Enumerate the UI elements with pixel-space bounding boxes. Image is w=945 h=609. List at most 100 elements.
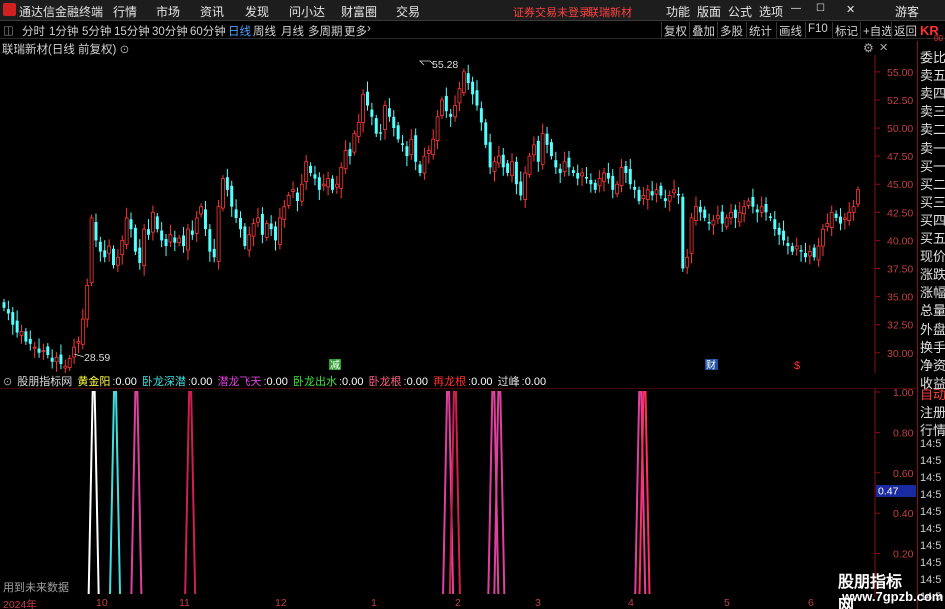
candle [160,222,164,248]
candle [80,308,85,350]
indicator-legend-value: 0.00 [266,376,288,388]
candle [339,162,344,199]
period-5min[interactable]: 5分钟 [82,23,111,39]
menu-item-zixun[interactable]: 资讯 [200,3,224,20]
candle [851,199,856,221]
candle [510,153,514,183]
indicator-legend-label: 再龙根 [433,376,467,388]
panel-row-label: 外盘 [920,321,945,337]
period-multi[interactable]: 多周期 [308,23,343,39]
menu-item-gongshi[interactable]: 公式 [728,3,752,20]
toolbar-back-button[interactable]: 返回 [891,22,919,38]
indicator-legend-value: 0.00 [406,376,429,388]
candle [799,245,803,262]
toolbar-grip-icon: ◫ [3,25,14,37]
candle [764,197,768,221]
panel-row-label: 卖四 [920,86,945,102]
close-icon[interactable]: ✕ [846,3,855,16]
candle [457,81,462,112]
candle [111,245,115,269]
toolbar-biaoji-button[interactable]: 标记 [832,22,860,38]
future-data-note: 用到未来数据 [3,580,69,594]
toolbar-zixuan-button[interactable]: +自选 [860,22,895,38]
login-notice[interactable]: 证券交易未登录 [513,4,590,20]
candle [676,187,680,204]
candle [847,202,852,226]
menu-item-caifuquan[interactable]: 财富圈 [341,3,377,20]
menu-item-jiaoyi[interactable]: 交易 [396,3,420,20]
candle [466,64,470,90]
candle [190,220,194,240]
candle [155,212,159,233]
toolbar-fuquan-button[interactable]: 复权 [661,22,689,38]
indicator-chart[interactable]: 1.00 0.80 0.60 0.40 0.20 0.47 用到未来数据 [0,388,917,597]
candle [825,213,830,232]
candle [589,173,593,193]
period-weekly[interactable]: 周线 [253,23,276,39]
chart-settings-icon[interactable]: ⚙ [863,41,874,55]
period-1min[interactable]: 1分钟 [49,23,78,39]
menu-item-xuanxiang[interactable]: 选项 [759,3,783,20]
candle [115,248,120,272]
toolbar-f10-button[interactable]: F10 [805,22,830,38]
candle [633,180,637,199]
period-more[interactable]: 更多 [344,23,367,39]
menu-item-banmian[interactable]: 版面 [697,3,721,20]
menu-item-hangqing[interactable]: 行情 [113,3,137,20]
candle [703,206,707,222]
indicator-settings-icon[interactable]: ⊙ [3,376,12,388]
candle [356,113,361,144]
candle [641,187,646,206]
toolbar-diejia-button[interactable]: 叠加 [689,22,717,38]
indicator-legend-label: 卧龙深潜 [141,376,186,388]
guest-label[interactable]: 游客 [895,3,919,20]
toolbar-duogu-button[interactable]: 多股 [717,22,745,38]
menu-item-faxian[interactable]: 发现 [245,3,269,20]
candle [321,174,326,191]
candle [856,186,860,208]
panel-row-label: 净资 [920,357,945,373]
candle [41,343,46,360]
candle [759,196,764,218]
indicator-legend-label: 过峰 [497,376,520,388]
menu-item-shichang[interactable]: 市场 [156,3,180,20]
panel-lower-label[interactable]: 注册 [920,402,945,421]
maximize-icon[interactable]: ☐ [816,3,825,14]
candle [120,235,125,265]
candle [151,205,155,241]
x-label-feb: 2 [455,597,461,609]
menu-item-gongneng[interactable]: 功能 [666,3,690,20]
candle [334,175,339,194]
period-60min[interactable]: 60分钟 [190,23,226,39]
period-fenshi[interactable]: 分时 [22,23,45,39]
price-tick-label: 52.50 [887,95,913,107]
indicator-legend-value: 0.00 [342,376,364,388]
indicator-legend-value: 0.00 [190,376,213,388]
price-tick-label: 32.50 [887,320,913,332]
kline-chart[interactable]: 55.00 52.50 50.00 47.50 45.00 42.50 40.00 37.50… [0,55,917,373]
candle [488,133,492,175]
toolbar-huaxian-button[interactable]: 画线 [776,22,804,38]
period-15min[interactable]: 15分钟 [114,23,150,39]
chevron-right-icon[interactable]: › [367,23,371,35]
candle [63,359,68,373]
toolbar-tongji-button[interactable]: 统计 [746,22,774,38]
candle [755,204,759,223]
candle [182,227,186,253]
panel-lower-label[interactable]: 行情 [920,420,945,439]
candle [471,76,475,105]
candle [46,343,50,359]
menu-item-wenxiaoda[interactable]: 问小达 [289,3,325,20]
minimize-icon[interactable]: — [791,3,801,14]
period-monthly[interactable]: 月线 [281,23,304,39]
chart-close-icon[interactable]: ✕ [879,41,888,54]
indicator-name[interactable]: 股朋指标网 [17,376,72,388]
candle [212,238,216,263]
panel-lower-label[interactable]: 自动 [920,384,945,403]
candle [435,110,440,150]
candle [194,211,199,242]
period-30min[interactable]: 30分钟 [152,23,188,39]
candle [274,221,278,251]
candle [645,184,650,210]
period-daily[interactable]: 日线 [228,23,251,39]
